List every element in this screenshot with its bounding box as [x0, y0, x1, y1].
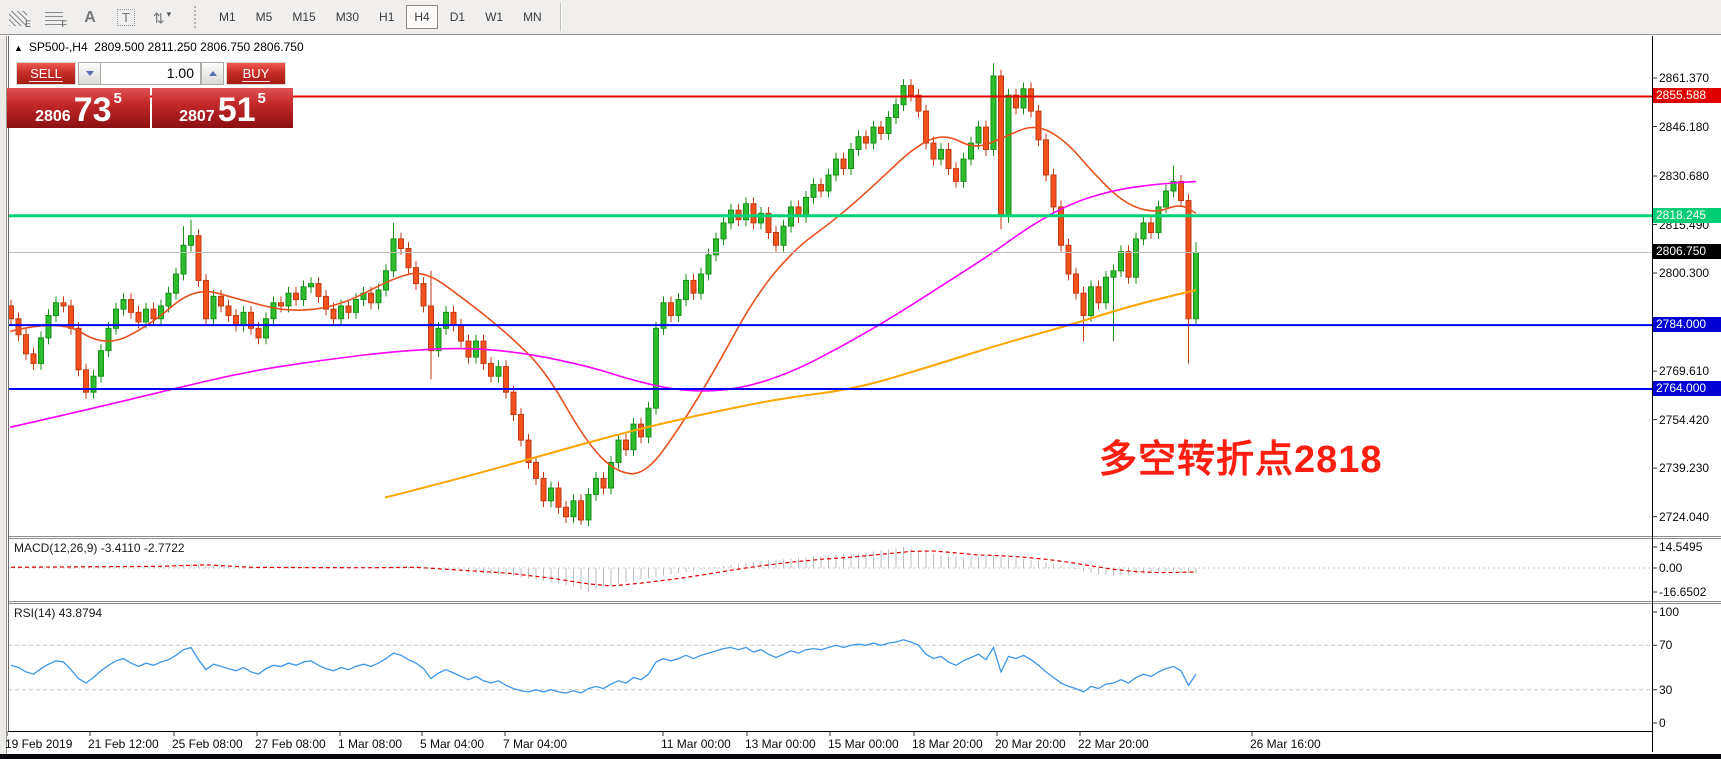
price-badge-2855.588: 2855.588	[1653, 88, 1721, 103]
timeframe-d1[interactable]: D1	[442, 5, 473, 29]
price-tick-2724.040: 2724.040	[1659, 510, 1709, 524]
time-tick-label: 11 Mar 00:00	[661, 737, 731, 751]
price-tick-2800.300: 2800.300	[1659, 266, 1709, 280]
timeframe-m5[interactable]: M5	[248, 5, 281, 29]
chart-title: ▲ SP500-,H4 2809.500 2811.250 2806.750 28…	[14, 40, 304, 54]
time-tick-label: 25 Feb 08:00	[172, 737, 243, 751]
price-badge-2806.750: 2806.750	[1653, 244, 1721, 259]
time-tick-label: 1 Mar 08:00	[338, 737, 402, 751]
price-tick-2830.680: 2830.680	[1659, 169, 1709, 183]
price-tick-2769.610: 2769.610	[1659, 364, 1709, 378]
price-badge-2818.245: 2818.245	[1653, 208, 1721, 223]
price-tick-2739.230: 2739.230	[1659, 461, 1709, 475]
timeframe-mn[interactable]: MN	[515, 5, 550, 29]
ma-mid-line[interactable]	[10, 181, 1196, 427]
buy-price-sup: 5	[258, 90, 266, 107]
macd-values: -3.4110 -2.7722	[101, 541, 185, 555]
rsi-tick-30: 30	[1659, 683, 1672, 697]
text-label-icon[interactable]: A	[75, 3, 105, 31]
time-tick-label: 27 Feb 08:00	[255, 737, 326, 751]
text-box-icon[interactable]: T	[111, 5, 141, 29]
timeframe-h4[interactable]: H4	[406, 5, 437, 29]
rsi-tick-0: 0	[1659, 716, 1666, 730]
buy-price-panel[interactable]: 2807515	[152, 88, 293, 128]
collapse-quote-icon[interactable]: ▲	[14, 43, 23, 53]
indicators-icon[interactable]: E	[3, 5, 33, 29]
rsi-tick-100: 100	[1659, 605, 1679, 619]
toolbar-grip[interactable]	[194, 6, 199, 28]
price-tick-2754.420: 2754.420	[1659, 413, 1709, 427]
macd-tick--16.6502: -16.6502	[1659, 585, 1706, 599]
buy-button[interactable]: BUY	[226, 62, 286, 85]
dropdown-caret-icon[interactable]: ▾	[167, 9, 172, 27]
price-badge-2764.000: 2764.000	[1653, 381, 1721, 396]
toolbar: E F A T ⇅▾ M1 M5 M15 M30 H1 H4 D1 W1 MN	[0, 0, 1721, 35]
toolbar-separator	[560, 3, 561, 31]
sell-button[interactable]: SELL	[16, 62, 76, 85]
price-tick-2861.370: 2861.370	[1659, 71, 1709, 85]
timeframe-m30[interactable]: M30	[328, 5, 367, 29]
window-left-edge	[0, 36, 7, 759]
price-badge-2784.000: 2784.000	[1653, 317, 1721, 332]
rsi-tick-70: 70	[1659, 638, 1672, 652]
time-tick-label: 20 Mar 20:00	[995, 737, 1066, 751]
sell-price-sup: 5	[114, 90, 122, 107]
macd-label: MACD(12,26,9) -3.4110 -2.7722	[14, 541, 185, 555]
sell-price-big: 73	[74, 97, 112, 125]
timeframe-m15[interactable]: M15	[284, 5, 323, 29]
timeframe-h1[interactable]: H1	[371, 5, 402, 29]
time-tick-label: 5 Mar 04:00	[420, 737, 484, 751]
price-tick-2846.180: 2846.180	[1659, 120, 1709, 134]
rsi-pane	[8, 640, 1652, 693]
time-tick-label: 7 Mar 04:00	[503, 737, 567, 751]
rsi-value: 43.8794	[59, 606, 102, 620]
time-tick-label: 18 Mar 20:00	[912, 737, 983, 751]
time-tick-label: 15 Mar 00:00	[828, 737, 899, 751]
objects-list-icon[interactable]: F	[39, 5, 69, 29]
buy-price-prefix: 2807	[179, 109, 215, 125]
macd-tick-0.00: 0.00	[1659, 561, 1682, 575]
chart-symbol: SP500-,H4	[29, 40, 88, 54]
time-tick-label: 21 Feb 12:00	[88, 737, 159, 751]
triangle-down-icon	[86, 71, 94, 76]
time-tick-label: 19 Feb 2019	[5, 737, 72, 751]
triangle-up-icon	[209, 71, 217, 76]
time-tick-label: 13 Mar 00:00	[745, 737, 816, 751]
volume-decrease-button[interactable]	[78, 62, 101, 85]
macd-pane	[8, 547, 1652, 592]
sell-price-prefix: 2806	[35, 109, 71, 125]
chart-annotation-text: 多空转折点2818	[1099, 428, 1383, 483]
timeframe-w1[interactable]: W1	[477, 5, 511, 29]
chart-ohlc-values: 2809.500 2811.250 2806.750 2806.750	[94, 40, 303, 54]
rsi-label: RSI(14) 43.8794	[14, 606, 102, 620]
ma-fast-line[interactable]	[10, 127, 1196, 473]
macd-tick-14.5495: 14.5495	[1659, 540, 1702, 554]
sell-price-panel[interactable]: 2806735	[7, 88, 150, 128]
buy-price-big: 51	[218, 97, 256, 125]
timeframe-m1[interactable]: M1	[211, 5, 244, 29]
time-tick-label: 22 Mar 20:00	[1078, 737, 1149, 751]
arrange-arrows-icon[interactable]: ⇅▾	[147, 3, 177, 32]
one-click-trading-panel: SELL 1.00 BUY 2806735 2807515	[7, 62, 293, 128]
candles	[9, 63, 1199, 526]
volume-increase-button[interactable]	[201, 62, 224, 85]
time-tick-label: 26 Mar 16:00	[1250, 737, 1321, 751]
ma-slow-line[interactable]	[385, 290, 1196, 498]
volume-input[interactable]: 1.00	[100, 62, 201, 85]
window-bottom-edge	[0, 754, 1721, 759]
